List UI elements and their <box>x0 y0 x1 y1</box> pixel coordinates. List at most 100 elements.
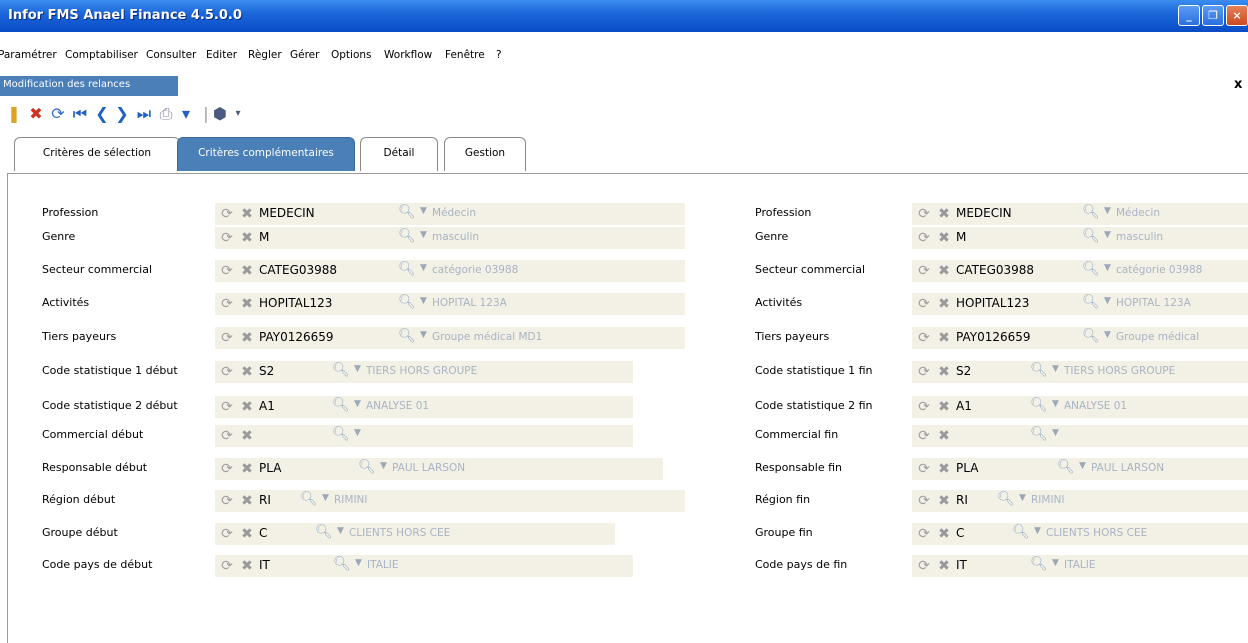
cancel-icon[interactable]: ✖ <box>26 104 46 124</box>
right-lookup-field[interactable]: ⟳ ✖ M 🔍︎ ▼ masculin <box>912 227 1248 249</box>
right-code-value[interactable]: S2 <box>956 364 971 378</box>
search-icon[interactable]: 🔍︎ <box>1030 426 1048 442</box>
right-code-value[interactable]: A1 <box>956 399 972 413</box>
search-icon[interactable]: 🔍︎ <box>1012 524 1030 540</box>
right-lookup-field[interactable]: ⟳ ✖ C 🔍︎ ▼ CLIENTS HORS CEE <box>912 523 1248 545</box>
dropdown-arrow-icon[interactable]: ▼ <box>1104 230 1111 240</box>
refresh-icon[interactable]: ⟳ <box>916 492 932 510</box>
right-lookup-field[interactable]: ⟳ ✖ MEDECIN 🔍︎ ▼ Médecin <box>912 203 1248 225</box>
tab-gestion[interactable]: Gestion <box>444 137 526 171</box>
right-lookup-field[interactable]: ⟳ ✖ A1 🔍︎ ▼ ANALYSE 01 <box>912 396 1248 418</box>
delete-icon[interactable]: ✖ <box>936 525 952 543</box>
minimize-button[interactable]: _ <box>1178 5 1200 26</box>
menu-comptabiliser[interactable]: Comptabiliser <box>65 49 138 61</box>
menu-consulter[interactable]: Consulter <box>146 49 196 61</box>
search-icon[interactable]: 🔍︎ <box>1030 397 1048 413</box>
close-document-icon[interactable]: x <box>1234 77 1242 92</box>
refresh-icon[interactable]: ⟳ <box>916 295 932 313</box>
menu-gerer[interactable]: Gérer <box>290 49 319 61</box>
menu-fenetre[interactable]: Fenêtre <box>445 49 485 61</box>
dropdown-arrow-icon[interactable]: ▼ <box>1019 493 1026 503</box>
dropdown-arrow-icon[interactable]: ▼ <box>1052 428 1059 438</box>
menu-help[interactable]: ? <box>496 49 502 61</box>
delete-icon[interactable]: ✖ <box>936 427 952 445</box>
refresh-icon[interactable]: ⟳ <box>916 398 932 416</box>
action-menu-icon[interactable]: ⬢ <box>210 104 230 124</box>
dropdown-arrow-icon[interactable]: ▼ <box>1104 206 1111 216</box>
search-icon[interactable]: 🔍︎ <box>1082 204 1100 220</box>
save-icon[interactable]: ❚ <box>4 104 24 124</box>
refresh-icon[interactable]: ⟳ <box>916 427 932 445</box>
search-icon[interactable]: 🔍︎ <box>1082 261 1100 277</box>
delete-icon[interactable]: ✖ <box>936 460 952 478</box>
menu-parametrer[interactable]: Paramétrer <box>0 49 57 61</box>
delete-icon[interactable]: ✖ <box>936 295 952 313</box>
refresh-icon[interactable]: ⟳ <box>916 557 932 575</box>
delete-icon[interactable]: ✖ <box>936 557 952 575</box>
search-icon[interactable]: 🔍︎ <box>1082 328 1100 344</box>
menu-options[interactable]: Options <box>331 49 372 61</box>
dropdown-arrow-icon[interactable]: ▼ <box>1104 330 1111 340</box>
right-lookup-field[interactable]: ⟳ ✖ IT 🔍︎ ▼ ITALIE <box>912 555 1248 577</box>
dropdown-arrow-icon[interactable]: ▼ <box>1052 364 1059 374</box>
delete-icon[interactable]: ✖ <box>936 205 952 223</box>
delete-icon[interactable]: ✖ <box>936 229 952 247</box>
search-icon[interactable]: 🔍︎ <box>1082 294 1100 310</box>
tab-criteres-selection[interactable]: Critères de sélection <box>14 137 180 171</box>
right-code-value[interactable]: MEDECIN <box>956 206 1012 220</box>
right-lookup-field[interactable]: ⟳ ✖ CATEG03988 🔍︎ ▼ catégorie 03988 <box>912 260 1248 282</box>
close-window-button[interactable]: × <box>1226 5 1248 26</box>
maximize-button[interactable]: ❐ <box>1202 5 1224 26</box>
previous-record-icon[interactable]: ❮ <box>92 104 112 124</box>
first-record-icon[interactable]: ⏮ <box>70 104 90 124</box>
right-code-value[interactable]: PAY0126659 <box>956 330 1031 344</box>
delete-icon[interactable]: ✖ <box>936 492 952 510</box>
right-code-value[interactable]: M <box>956 230 966 244</box>
right-code-value[interactable]: CATEG03988 <box>956 263 1034 277</box>
right-lookup-field[interactable]: ⟳ ✖ PLA 🔍︎ ▼ PAUL LARSON <box>912 458 1248 480</box>
refresh-icon[interactable]: ⟳ <box>916 363 932 381</box>
right-code-value[interactable]: HOPITAL123 <box>956 296 1029 310</box>
menu-workflow[interactable]: Workflow <box>384 49 432 61</box>
refresh-icon[interactable]: ⟳ <box>916 525 932 543</box>
dropdown-arrow-icon[interactable]: ▼ <box>1079 461 1086 471</box>
menu-editer[interactable]: Editer <box>206 49 237 61</box>
action-menu-arrow-icon[interactable]: ▾ <box>228 104 248 124</box>
right-code-value[interactable]: C <box>956 526 964 540</box>
dropdown-arrow-icon[interactable]: ▼ <box>1052 558 1059 568</box>
refresh-toolbar-icon[interactable]: ⟳ <box>48 104 68 124</box>
search-icon[interactable]: 🔍︎ <box>1030 556 1048 572</box>
refresh-icon[interactable]: ⟳ <box>916 229 932 247</box>
dropdown-arrow-icon[interactable]: ▼ <box>1034 526 1041 536</box>
right-lookup-field[interactable]: ⟳ ✖ PAY0126659 🔍︎ ▼ Groupe médical <box>912 327 1248 349</box>
delete-icon[interactable]: ✖ <box>936 363 952 381</box>
delete-icon[interactable]: ✖ <box>936 262 952 280</box>
toolbar-dropdown-icon[interactable]: ▾ <box>176 104 196 124</box>
document-tab[interactable]: Modification des relances <box>0 76 178 96</box>
right-lookup-field[interactable]: ⟳ ✖ 🔍︎ ▼ <box>912 425 1248 447</box>
tab-criteres-complementaires[interactable]: Critères complémentaires <box>177 137 355 171</box>
search-icon[interactable]: 🔍︎ <box>1082 228 1100 244</box>
tab-detail[interactable]: Détail <box>360 137 438 171</box>
search-icon[interactable]: 🔍︎ <box>1030 362 1048 378</box>
right-lookup-field[interactable]: ⟳ ✖ HOPITAL123 🔍︎ ▼ HOPITAL 123A <box>912 293 1248 315</box>
search-icon[interactable]: 🔍︎ <box>997 491 1015 507</box>
menu-regler[interactable]: Règler <box>248 49 282 61</box>
last-record-icon[interactable]: ⏭ <box>134 104 154 124</box>
right-code-value[interactable]: PLA <box>956 461 978 475</box>
delete-icon[interactable]: ✖ <box>936 398 952 416</box>
right-lookup-field[interactable]: ⟳ ✖ RI 🔍︎ ▼ RIMINI <box>912 490 1248 512</box>
search-icon[interactable]: 🔍︎ <box>1057 459 1075 475</box>
right-lookup-field[interactable]: ⟳ ✖ S2 🔍︎ ▼ TIERS HORS GROUPE <box>912 361 1248 383</box>
refresh-icon[interactable]: ⟳ <box>916 262 932 280</box>
dropdown-arrow-icon[interactable]: ▼ <box>1052 399 1059 409</box>
next-record-icon[interactable]: ❯ <box>112 104 132 124</box>
dropdown-arrow-icon[interactable]: ▼ <box>1104 296 1111 306</box>
print-icon[interactable]: ⎙ <box>156 104 176 124</box>
dropdown-arrow-icon[interactable]: ▼ <box>1104 263 1111 273</box>
right-code-value[interactable]: IT <box>956 558 967 572</box>
refresh-icon[interactable]: ⟳ <box>916 329 932 347</box>
delete-icon[interactable]: ✖ <box>936 329 952 347</box>
right-code-value[interactable]: RI <box>956 493 968 507</box>
refresh-icon[interactable]: ⟳ <box>916 460 932 478</box>
